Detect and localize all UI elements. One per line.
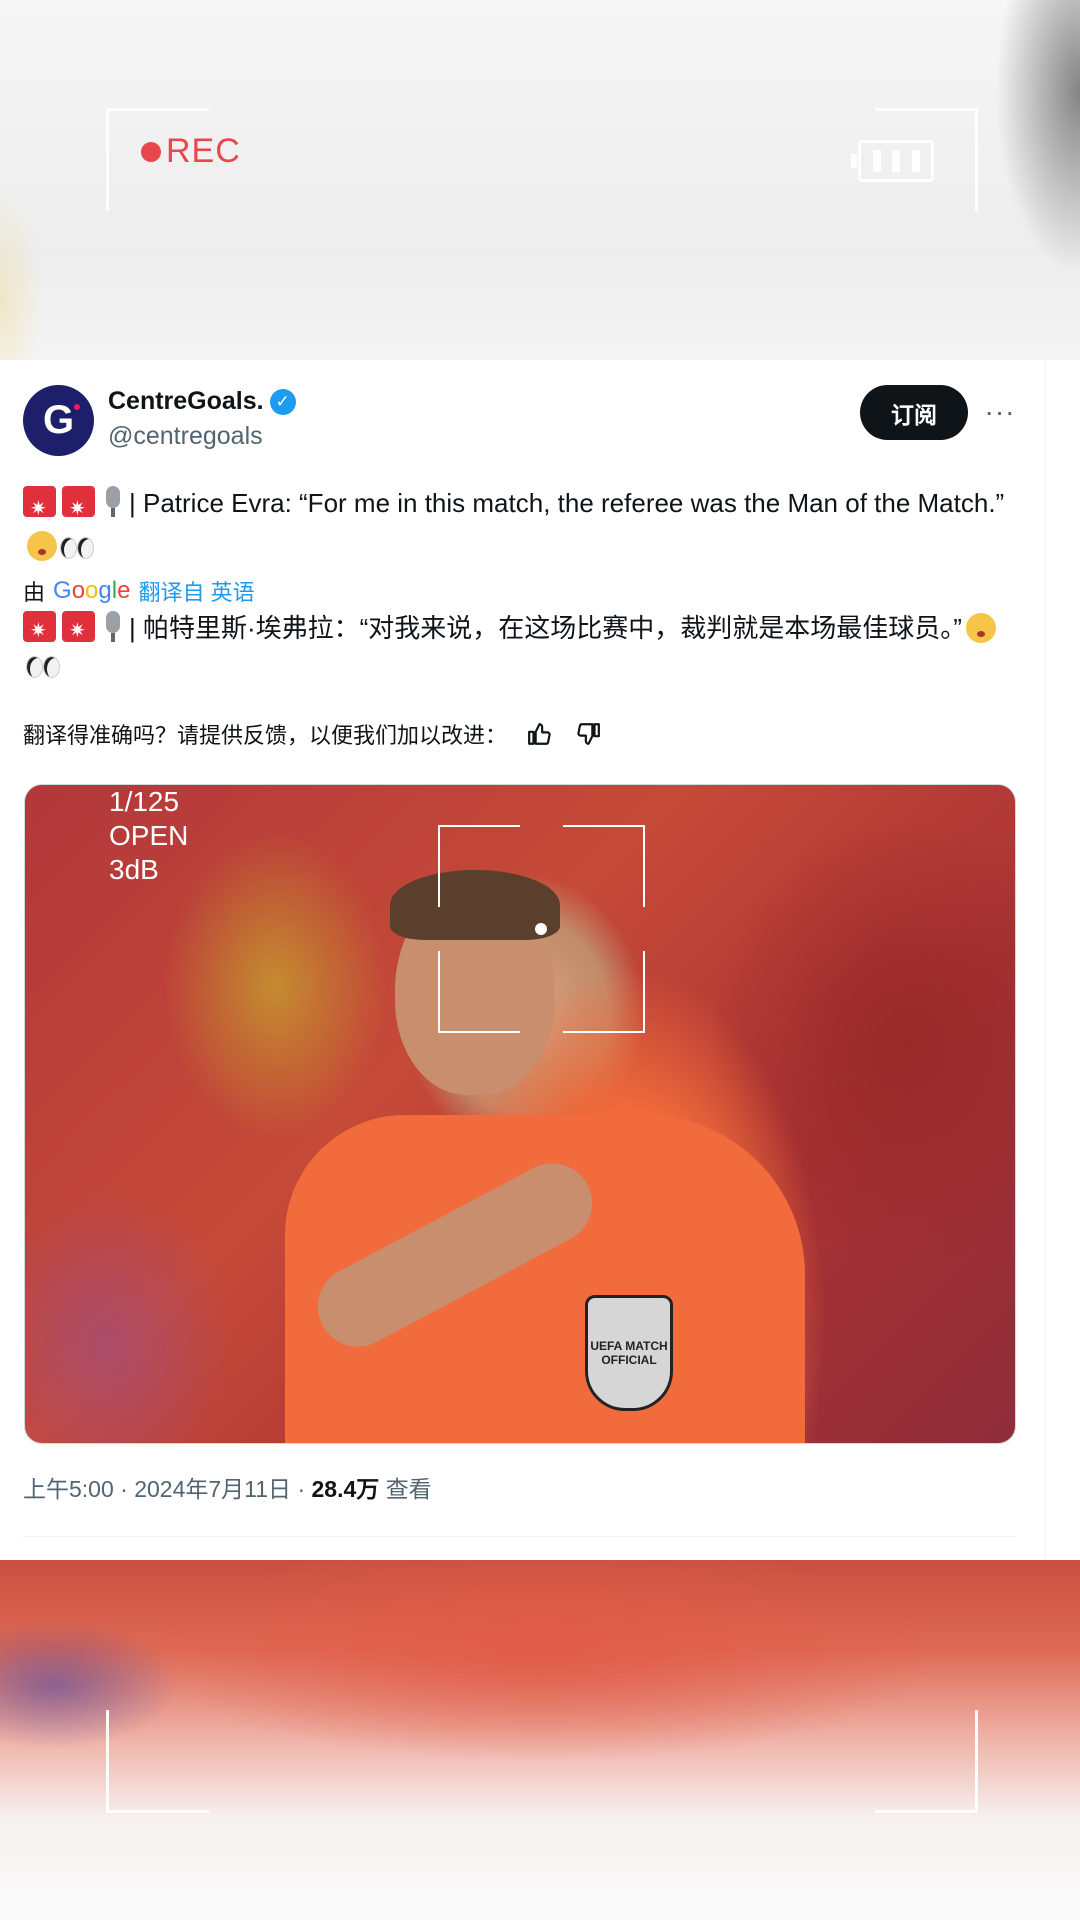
tweet-metadata: 上午5:00 · 2024年7月11日 · 28.4万 查看 — [23, 1476, 432, 1502]
tweet-date[interactable]: 2024年7月11日 — [134, 1476, 291, 1502]
rec-dot-icon — [141, 141, 161, 162]
author-name[interactable]: CentreGoals. — [108, 387, 264, 416]
focus-corner-bottom-right — [563, 951, 645, 1033]
battery-icon — [851, 140, 934, 182]
rec-label: REC — [166, 132, 241, 170]
focus-corner-top-left — [438, 825, 520, 907]
translated-by-row: 由 Google 翻译自 英语 — [23, 575, 255, 607]
google-logo-icon: Google — [53, 577, 131, 604]
rec-indicator: REC — [141, 132, 241, 171]
feedback-prompt: 翻译得准确吗？请提供反馈，以便我们加以改进： — [23, 723, 508, 748]
thumbs-up-icon[interactable] — [525, 719, 555, 749]
siren-emoji-icon — [23, 486, 56, 531]
gain: 3dB — [109, 854, 159, 885]
bottom-blurred-background — [0, 1560, 1080, 1920]
match-official-badge: UEFA MATCH OFFICIAL — [585, 1295, 673, 1411]
siren-emoji-icon — [62, 611, 95, 650]
viewfinder-corner-bottom-right — [875, 1710, 978, 1813]
author-handle[interactable]: @centregoals — [108, 422, 263, 451]
translated-text: | 帕特里斯·埃弗拉：“对我来说，在这场比赛中，裁判就是本场最佳球员。” — [23, 610, 1013, 684]
views-label: 查看 — [385, 1476, 432, 1502]
translate-source-link[interactable]: 翻译自 英语 — [138, 575, 254, 607]
thumbs-down-icon[interactable] — [573, 719, 603, 749]
tweet-time[interactable]: 上午5:00 — [23, 1476, 114, 1502]
flushed-face-emoji-icon — [965, 613, 996, 643]
eyes-emoji-icon — [25, 654, 61, 678]
siren-emoji-icon — [62, 486, 95, 531]
translation-feedback-row: 翻译得准确吗？请提供反馈，以便我们加以改进： — [23, 718, 603, 750]
tweet-media-image[interactable]: UEFA MATCH OFFICIAL 1/125 OPEN 3dB — [24, 784, 1016, 1444]
camera-settings-overlay: 1/125 OPEN 3dB — [109, 785, 188, 887]
eyes-emoji-icon — [59, 535, 95, 559]
subscribe-button[interactable]: 订阅 — [860, 385, 968, 440]
author-name-row[interactable]: CentreGoals. ✓ — [108, 387, 296, 416]
views-count: 28.4万 — [311, 1476, 380, 1502]
flushed-face-emoji-icon — [27, 531, 57, 561]
focus-corner-bottom-left — [438, 951, 520, 1033]
avatar[interactable]: G — [23, 385, 94, 456]
more-options-icon[interactable]: ··· — [982, 390, 1018, 434]
microphone-emoji-icon — [101, 611, 125, 643]
top-blurred-background: REC — [0, 0, 1080, 360]
divider — [23, 1536, 1015, 1537]
viewfinder-corner-bottom-left — [106, 1710, 209, 1813]
verified-badge-icon: ✓ — [269, 388, 296, 415]
shutter-speed: 1/125 — [109, 786, 180, 817]
aperture: OPEN — [109, 820, 189, 851]
translated-by-prefix: 由 — [23, 580, 46, 605]
tweet-text: | Patrice Evra: “For me in this match, t… — [23, 482, 1013, 568]
tweet-translated-text: | 帕特里斯·埃弗拉：“对我来说，在这场比赛中，裁判就是本场最佳球员。” — [129, 613, 962, 643]
siren-emoji-icon — [23, 611, 56, 650]
tweet-original-text: | Patrice Evra: “For me in this match, t… — [129, 488, 1005, 518]
focus-corner-top-right — [563, 825, 645, 907]
tweet-card: G CentreGoals. ✓ @centregoals 订阅 ··· | P… — [0, 360, 1046, 1560]
avatar-letter: G — [42, 398, 81, 442]
microphone-emoji-icon — [101, 486, 125, 518]
focus-point-icon — [535, 923, 547, 935]
